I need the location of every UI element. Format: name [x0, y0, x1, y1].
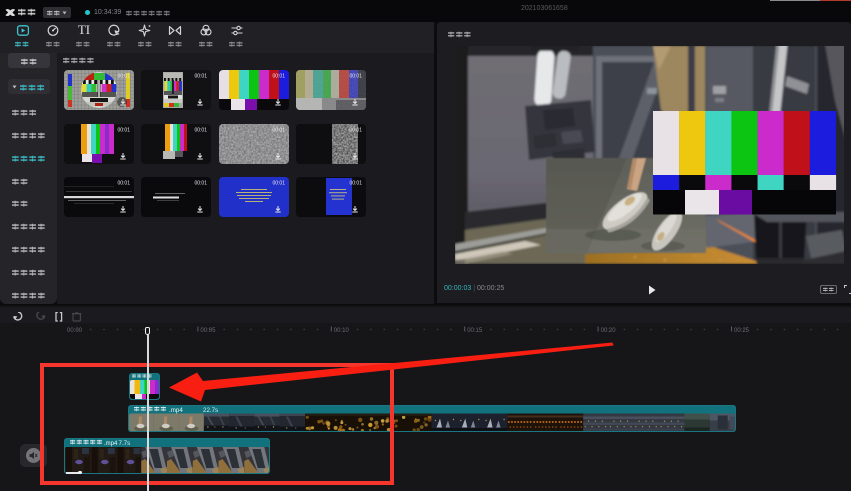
svg-text:00:01: 00:01: [194, 127, 207, 133]
svg-text:00:01: 00:01: [349, 181, 362, 187]
svg-text:00:01: 00:01: [272, 127, 285, 133]
svg-text:00:15: 00:15: [467, 328, 483, 334]
svg-text:00:01: 00:01: [117, 181, 130, 187]
svg-text:00:01: 00:01: [117, 127, 130, 133]
svg-text:00:05: 00:05: [200, 328, 216, 334]
svg-text:00:25: 00:25: [734, 328, 750, 334]
svg-text:00:01: 00:01: [194, 181, 207, 187]
svg-text:00:01: 00:01: [272, 181, 285, 187]
svg-text:00:10: 00:10: [334, 328, 350, 334]
svg-text:00:20: 00:20: [601, 328, 617, 334]
svg-text:00:01: 00:01: [272, 74, 285, 80]
svg-text:00:01: 00:01: [117, 74, 130, 80]
svg-text:00:01: 00:01: [349, 127, 362, 133]
svg-text:00:01: 00:01: [349, 74, 362, 80]
svg-text:00:01: 00:01: [194, 74, 207, 80]
svg-text:00:00: 00:00: [67, 328, 83, 334]
